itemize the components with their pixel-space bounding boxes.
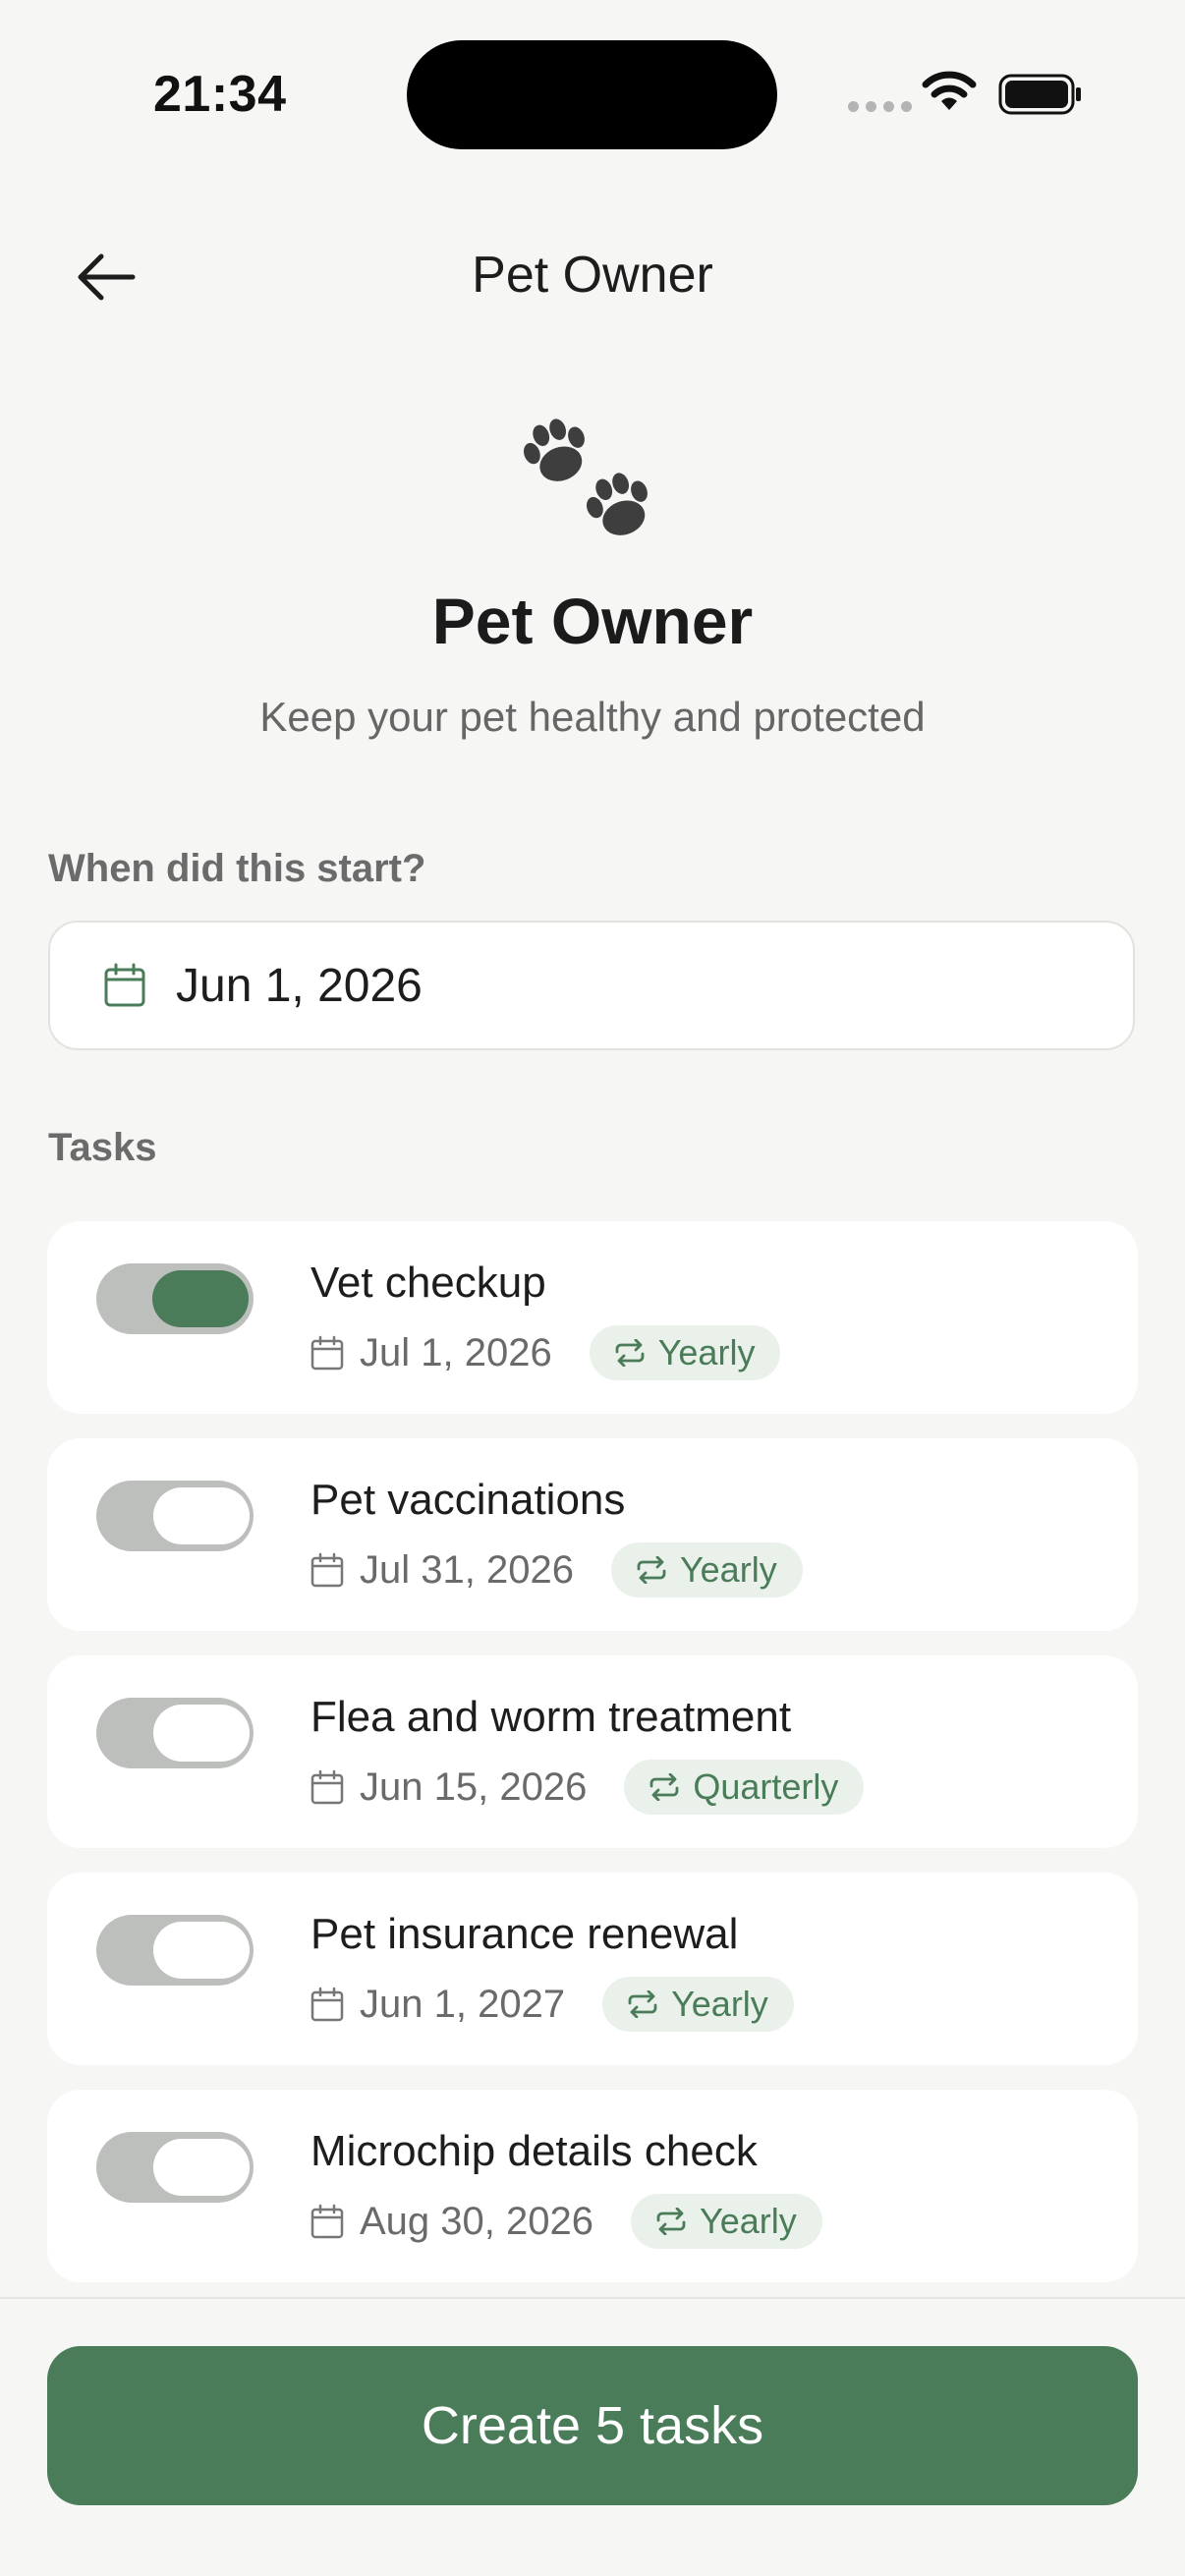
status-time: 21:34 — [153, 66, 287, 123]
task-title: Pet insurance renewal — [310, 1910, 739, 1958]
frequency-badge: Quarterly — [624, 1760, 865, 1815]
hero-subtitle: Keep your pet healthy and protected — [259, 694, 926, 740]
task-due-date: Jun 15, 2026 — [360, 1764, 588, 1809]
frequency-label: Yearly — [700, 2201, 797, 2241]
calendar-icon — [310, 1987, 344, 2022]
task-card-flea-worm-treatment: Flea and worm treatment Jun 15, 2026 Qua… — [47, 1655, 1138, 1848]
task-title: Pet vaccinations — [310, 1476, 626, 1524]
dynamic-island — [407, 40, 777, 149]
start-date-value: Jun 1, 2026 — [176, 959, 423, 1012]
repeat-icon — [649, 1773, 679, 1801]
frequency-badge: Yearly — [610, 1542, 803, 1597]
frequency-label: Yearly — [671, 1984, 768, 2024]
task-title: Microchip details check — [310, 2127, 758, 2175]
hero-title: Pet Owner — [431, 585, 754, 657]
frequency-label: Yearly — [657, 1332, 756, 1372]
paw-prints-icon — [517, 407, 668, 551]
wifi-icon — [922, 71, 977, 119]
repeat-icon — [615, 1339, 645, 1367]
task-toggle[interactable] — [96, 2132, 254, 2203]
nav-title: Pet Owner — [472, 247, 713, 304]
task-due-date: Jun 1, 2027 — [360, 1982, 566, 2026]
calendar-icon — [310, 1552, 344, 1588]
cellular-signal-icon — [848, 101, 912, 112]
frequency-badge: Yearly — [589, 1325, 781, 1380]
task-toggle[interactable] — [96, 1915, 254, 1986]
frequency-label: Yearly — [679, 1549, 777, 1590]
task-card-pet-insurance-renewal: Pet insurance renewal Jun 1, 2027 Yearly — [47, 1873, 1138, 2065]
calendar-icon — [310, 2204, 344, 2239]
repeat-icon — [656, 2208, 686, 2235]
create-tasks-button[interactable]: Create 5 tasks — [47, 2346, 1138, 2505]
task-due-date: Aug 30, 2026 — [360, 2199, 593, 2243]
tasks-label: Tasks — [48, 1126, 157, 1169]
task-due-date: Jul 31, 2026 — [360, 1547, 574, 1592]
calendar-icon — [310, 1769, 344, 1805]
frequency-badge: Yearly — [631, 2194, 822, 2249]
battery-icon — [998, 74, 1083, 120]
task-card-vet-checkup: Vet checkup Jul 1, 2026 Yearly — [47, 1221, 1138, 1414]
calendar-icon — [310, 1335, 344, 1371]
frequency-label: Quarterly — [693, 1766, 839, 1807]
task-toggle[interactable] — [96, 1698, 254, 1768]
calendar-icon — [104, 963, 145, 1007]
frequency-badge: Yearly — [602, 1977, 794, 2032]
start-date-label: When did this start? — [48, 847, 426, 890]
task-card-microchip-check: Microchip details check Aug 30, 2026 Yea… — [47, 2090, 1138, 2282]
task-toggle[interactable] — [96, 1481, 254, 1551]
footer-divider — [0, 2297, 1185, 2299]
task-due-date: Jul 1, 2026 — [360, 1330, 552, 1374]
task-title: Vet checkup — [310, 1259, 546, 1307]
task-title: Flea and worm treatment — [310, 1693, 792, 1741]
task-card-pet-vaccinations: Pet vaccinations Jul 31, 2026 Yearly — [47, 1438, 1138, 1631]
task-toggle[interactable] — [96, 1263, 254, 1334]
repeat-icon — [637, 1556, 666, 1584]
repeat-icon — [628, 1990, 657, 2018]
start-date-field[interactable]: Jun 1, 2026 — [48, 921, 1135, 1050]
